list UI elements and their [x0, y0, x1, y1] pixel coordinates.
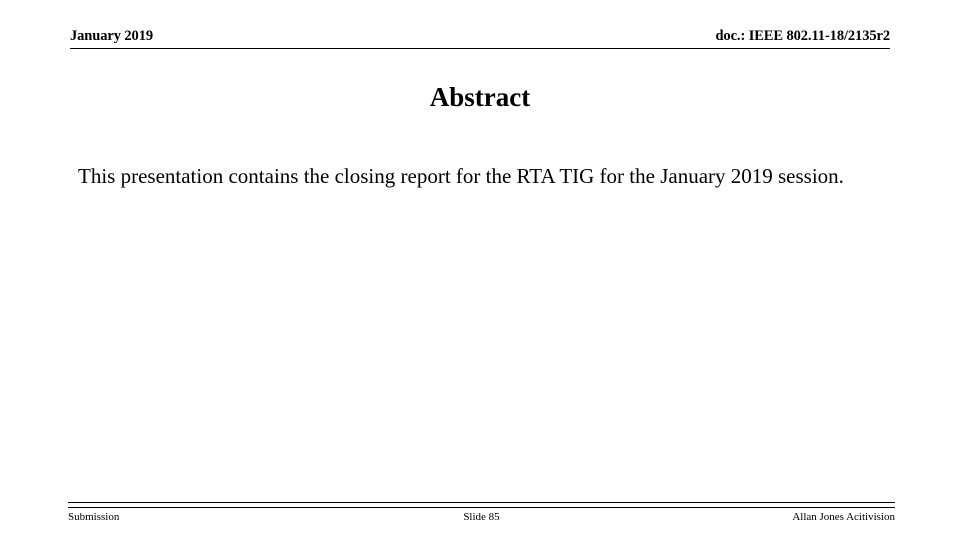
footer-slide-number: Slide 85: [463, 511, 500, 523]
slide-body: This presentation contains the closing r…: [78, 161, 878, 191]
header-divider: [70, 48, 890, 49]
slide-footer: Submission Slide 85 Allan Jones Acitivis…: [68, 510, 895, 528]
footer-divider: [68, 502, 895, 508]
header-date: January 2019: [70, 28, 153, 44]
header-document-number: doc.: IEEE 802.11-18/2135r2: [715, 28, 890, 44]
slide-header: January 2019 doc.: IEEE 802.11-18/2135r2: [70, 28, 890, 50]
footer-author: Allan Jones Acitivision: [792, 511, 895, 523]
presentation-slide: January 2019 doc.: IEEE 802.11-18/2135r2…: [0, 0, 960, 540]
slide-title: Abstract: [429, 82, 531, 112]
abstract-paragraph: This presentation contains the closing r…: [78, 164, 844, 188]
